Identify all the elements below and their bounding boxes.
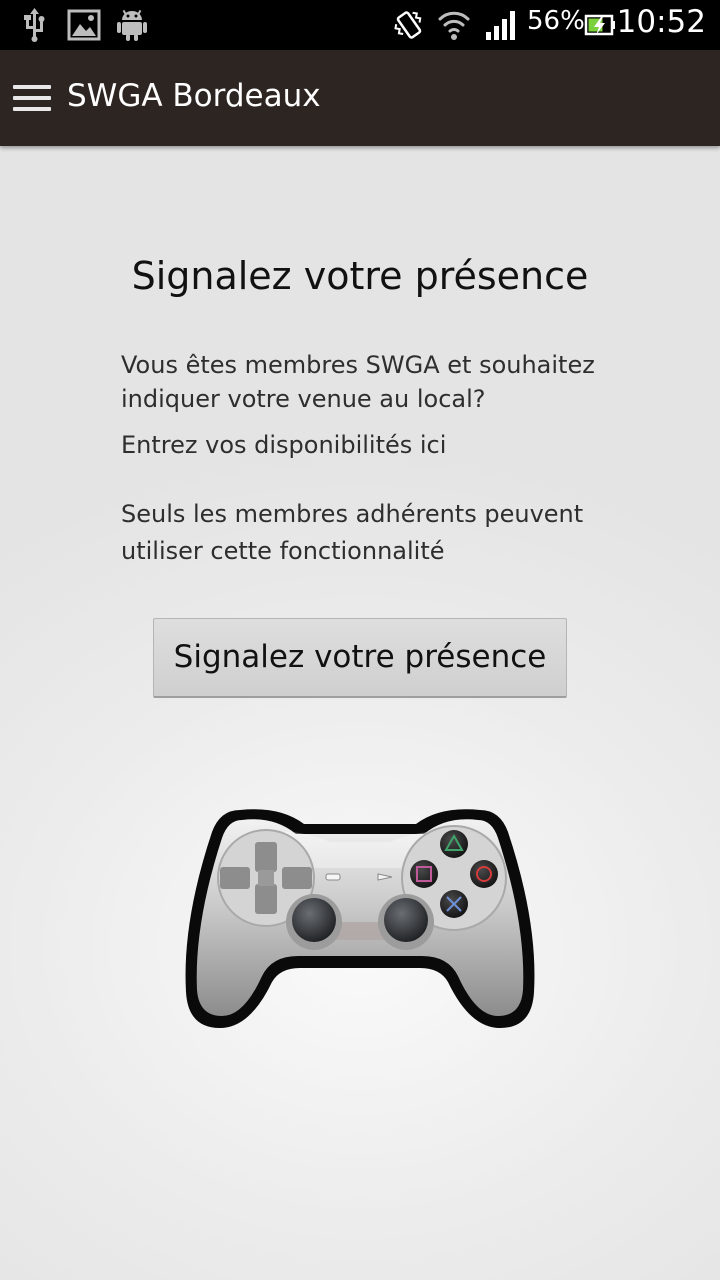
members-only-text: Seuls les membres adhérents peuvent util… xyxy=(121,500,584,565)
clock: 10:52 xyxy=(616,4,706,40)
app-bar: SWGA Bordeaux xyxy=(0,50,720,146)
availability-text: Entrez vos disponibilités ici xyxy=(121,431,447,459)
main-content: Signalez votre présence Vous êtes membre… xyxy=(0,146,720,1280)
gamepad-icon xyxy=(185,809,535,1028)
page-heading: Signalez votre présence xyxy=(131,254,589,298)
battery-percent: 56% xyxy=(527,6,585,36)
app-title: SWGA Bordeaux xyxy=(67,78,321,114)
usb-icon xyxy=(24,8,45,42)
signal-icon xyxy=(486,11,515,40)
image-icon xyxy=(67,9,101,41)
battery-icon xyxy=(584,14,615,36)
status-bar: 56% 10:52 xyxy=(0,0,720,50)
menu-icon[interactable] xyxy=(13,85,51,111)
signal-presence-button[interactable]: Signalez votre présence xyxy=(153,618,567,698)
android-icon xyxy=(117,9,147,41)
wifi-icon xyxy=(438,11,470,40)
intro-text: Vous êtes membres SWGA et souhaitez indi… xyxy=(121,351,595,413)
vibrate-icon xyxy=(394,11,422,39)
